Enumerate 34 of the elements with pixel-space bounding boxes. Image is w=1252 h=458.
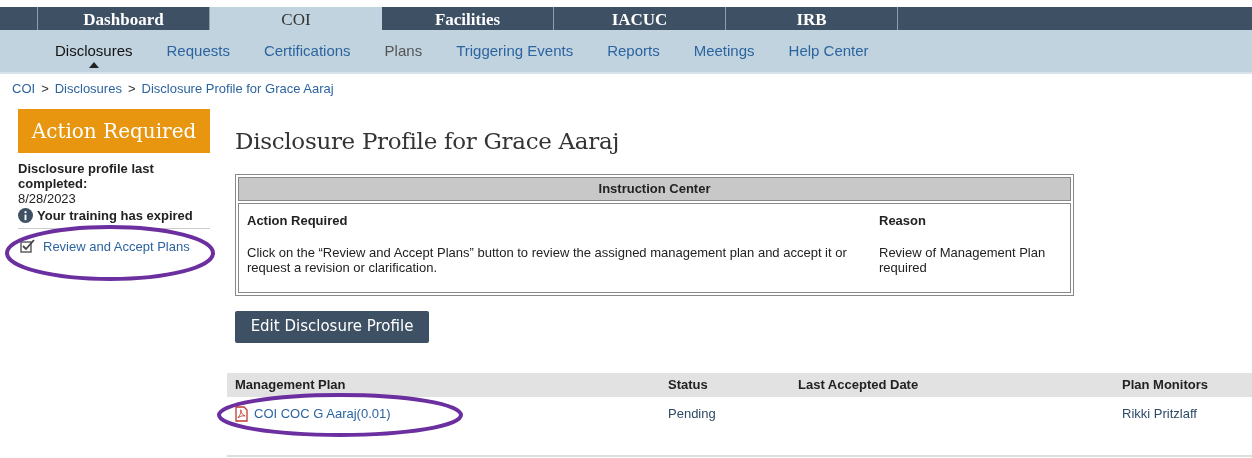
instruction-text: Click on the “Review and Accept Plans” button to review the assigned management plan and accept it or request a revision or clarification. bbox=[247, 245, 848, 275]
breadcrumb-link[interactable]: Disclosure Profile for Grace Aaraj bbox=[141, 79, 334, 99]
column-header: Action Required bbox=[247, 211, 349, 230]
column-header: Management Plan bbox=[235, 375, 347, 394]
nav-link[interactable]: Requests bbox=[166, 39, 230, 63]
status-badge: Action Required bbox=[18, 109, 210, 153]
table-cell-text: Rikki Pritzlaff bbox=[1122, 404, 1198, 423]
pdf-icon bbox=[235, 405, 248, 422]
nav-link[interactable]: Certifications bbox=[263, 39, 351, 63]
column-header: Status bbox=[668, 375, 709, 394]
profile-date: 8/28/2023 bbox=[18, 191, 77, 206]
breadcrumb-separator: > bbox=[41, 80, 49, 99]
nav-link[interactable]: Plans bbox=[384, 39, 423, 63]
checkbox-icon bbox=[20, 239, 35, 254]
profile-label: Disclosure profile last completed: bbox=[18, 161, 155, 191]
breadcrumb-link[interactable]: COI bbox=[12, 79, 36, 99]
nav-link[interactable]: Disclosures bbox=[55, 39, 133, 63]
column-header: Last Accepted Date bbox=[798, 375, 920, 394]
info-icon bbox=[18, 208, 33, 224]
nav-link[interactable]: Reports bbox=[607, 39, 660, 63]
nav-tab[interactable]: COI bbox=[210, 7, 382, 30]
edit-profile-button[interactable]: Edit Disclosure Profile bbox=[235, 310, 429, 343]
nav-link[interactable]: Triggering Events bbox=[456, 39, 574, 63]
table-cell-text: Pending bbox=[668, 404, 717, 423]
panel-title: Instruction Center bbox=[238, 176, 1071, 201]
breadcrumb-separator: > bbox=[127, 80, 136, 99]
nav-link[interactable]: Help Center bbox=[788, 39, 869, 63]
column-header: Reason bbox=[879, 211, 927, 230]
breadcrumb-link[interactable]: Disclosures bbox=[54, 79, 122, 99]
alert-text: Your training has expired bbox=[37, 207, 193, 225]
page-title: Disclosure Profile for Grace Aaraj bbox=[235, 127, 621, 156]
reason-text: Review of Management Plan required bbox=[879, 245, 1047, 275]
nav-link[interactable]: Meetings bbox=[693, 39, 755, 63]
column-header: Plan Monitors bbox=[1122, 375, 1209, 394]
